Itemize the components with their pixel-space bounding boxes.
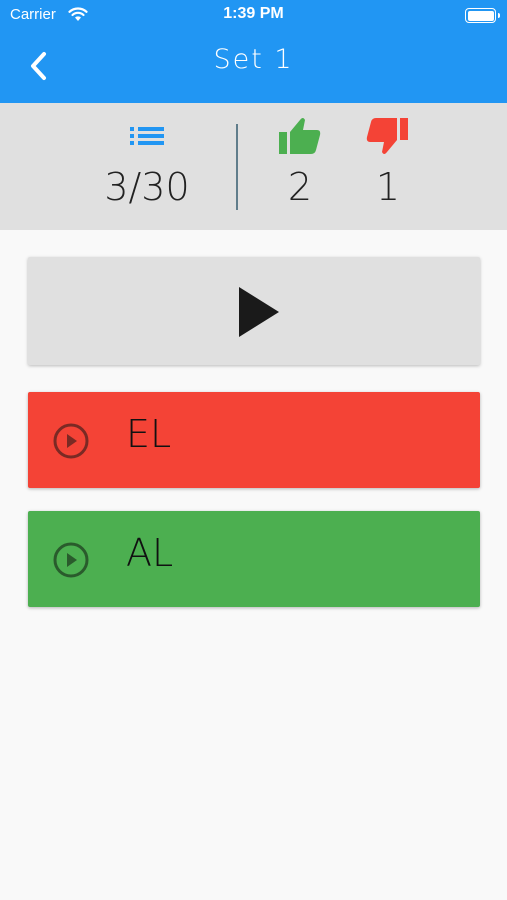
page-title: Set 1	[213, 44, 294, 75]
correct-count: 2	[287, 165, 313, 209]
app-header: Carrier 1:39 PM Set 1	[0, 0, 507, 103]
play-audio-button[interactable]	[28, 257, 480, 365]
status-bar: Carrier 1:39 PM	[0, 0, 507, 30]
wrong-count: 1	[375, 165, 401, 209]
play-icon	[239, 287, 279, 337]
answer-label: EL	[126, 412, 172, 456]
status-time: 1:39 PM	[223, 5, 284, 22]
answer-label: AL	[126, 531, 174, 575]
progress-count: 3/30	[104, 165, 190, 209]
thumbs-up-icon	[279, 118, 321, 154]
battery-icon	[465, 8, 500, 23]
list-icon	[130, 127, 164, 145]
thumbs-down-icon	[366, 118, 408, 154]
stats-divider	[236, 124, 238, 210]
play-circle-icon	[53, 542, 89, 578]
answer-option-al[interactable]: AL	[28, 511, 480, 607]
stats-panel: 3/30 2 1	[0, 103, 507, 230]
play-circle-icon	[53, 423, 89, 459]
answer-option-el[interactable]: EL	[28, 392, 480, 488]
